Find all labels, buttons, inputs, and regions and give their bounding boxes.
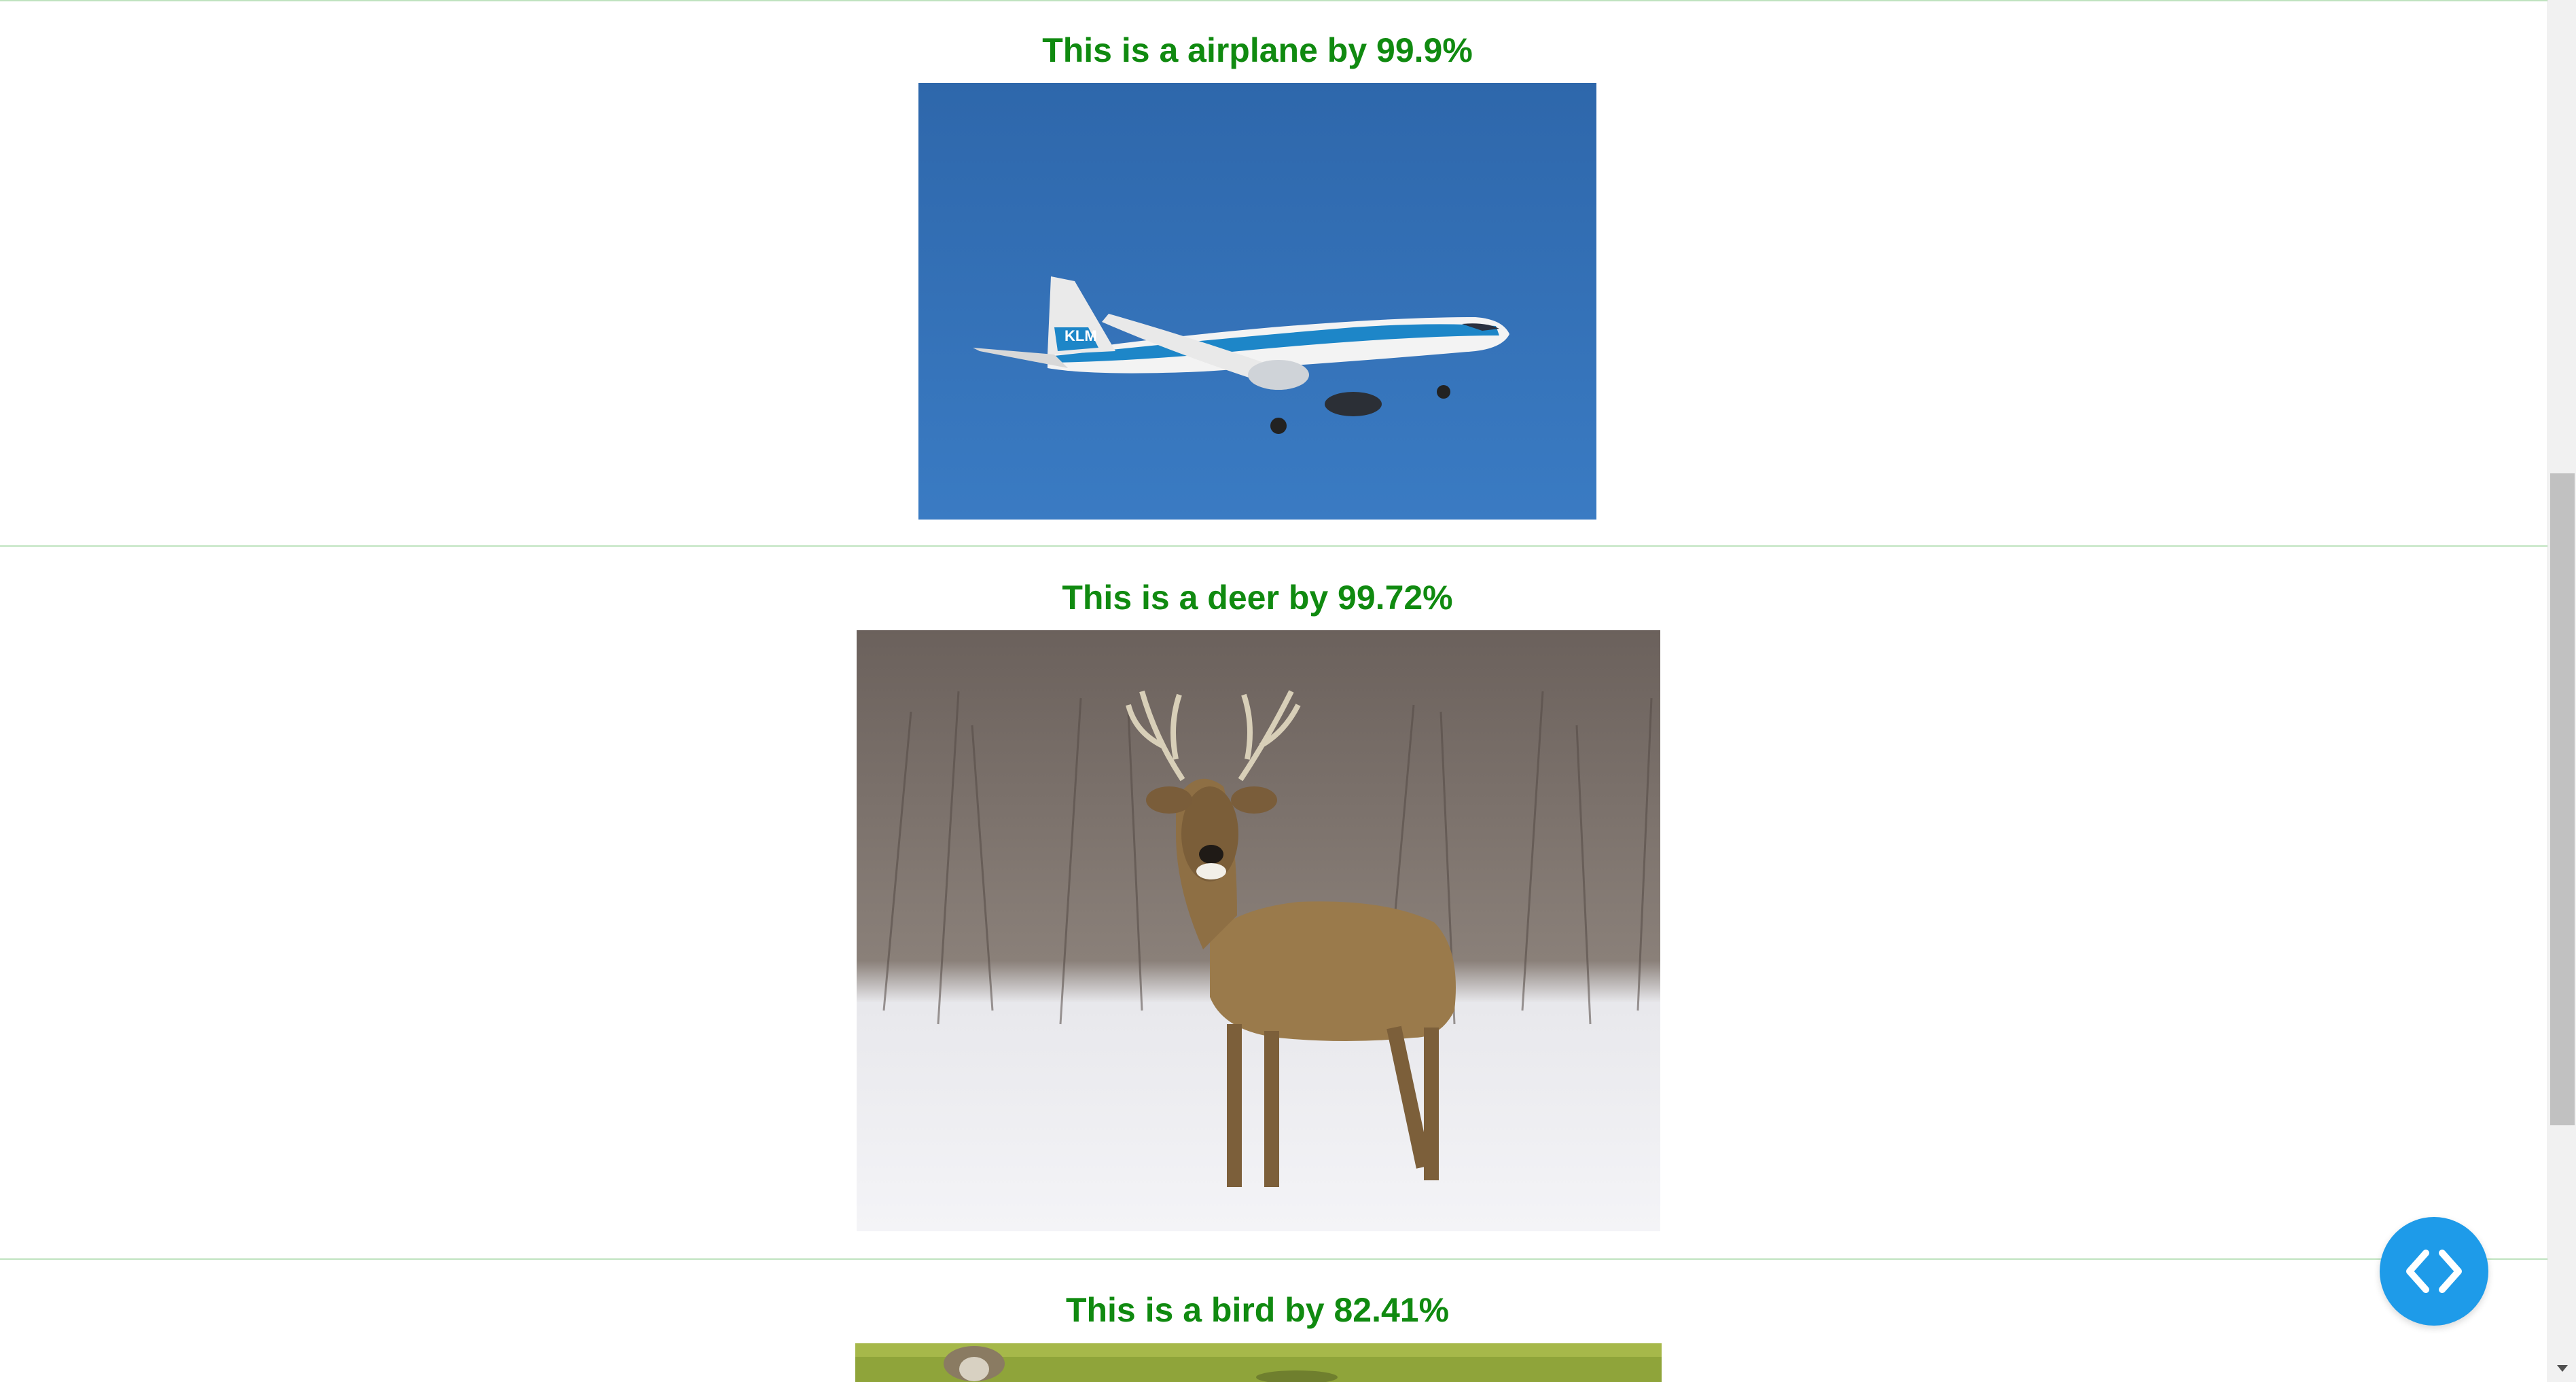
results-page: This is a airplane by 99.9% KLM This is … — [0, 0, 2547, 1382]
result-title: This is a airplane by 99.9% — [1042, 31, 1473, 69]
code-icon — [2406, 1250, 2462, 1293]
chevron-down-icon — [2557, 1365, 2568, 1372]
separator — [0, 1258, 2547, 1260]
airplane-photo: KLM — [918, 83, 1596, 520]
bird-photo — [855, 1343, 1662, 1382]
scroll-down-button[interactable] — [2548, 1355, 2576, 1382]
bird-image — [855, 1343, 1662, 1382]
deer-photo — [857, 630, 1660, 1231]
result-title: This is a bird by 82.41% — [1065, 1291, 1450, 1329]
deer-image — [857, 630, 1660, 1231]
vertical-scrollbar[interactable] — [2547, 0, 2576, 1382]
separator — [0, 0, 2547, 1]
airplane-image: KLM — [918, 83, 1596, 520]
svg-text:KLM: KLM — [1065, 327, 1097, 344]
scrollbar-thumb[interactable] — [2550, 473, 2575, 1125]
result-title: This is a deer by 99.72% — [1062, 579, 1453, 617]
separator — [0, 545, 2547, 547]
code-toggle-button[interactable] — [2380, 1217, 2488, 1326]
